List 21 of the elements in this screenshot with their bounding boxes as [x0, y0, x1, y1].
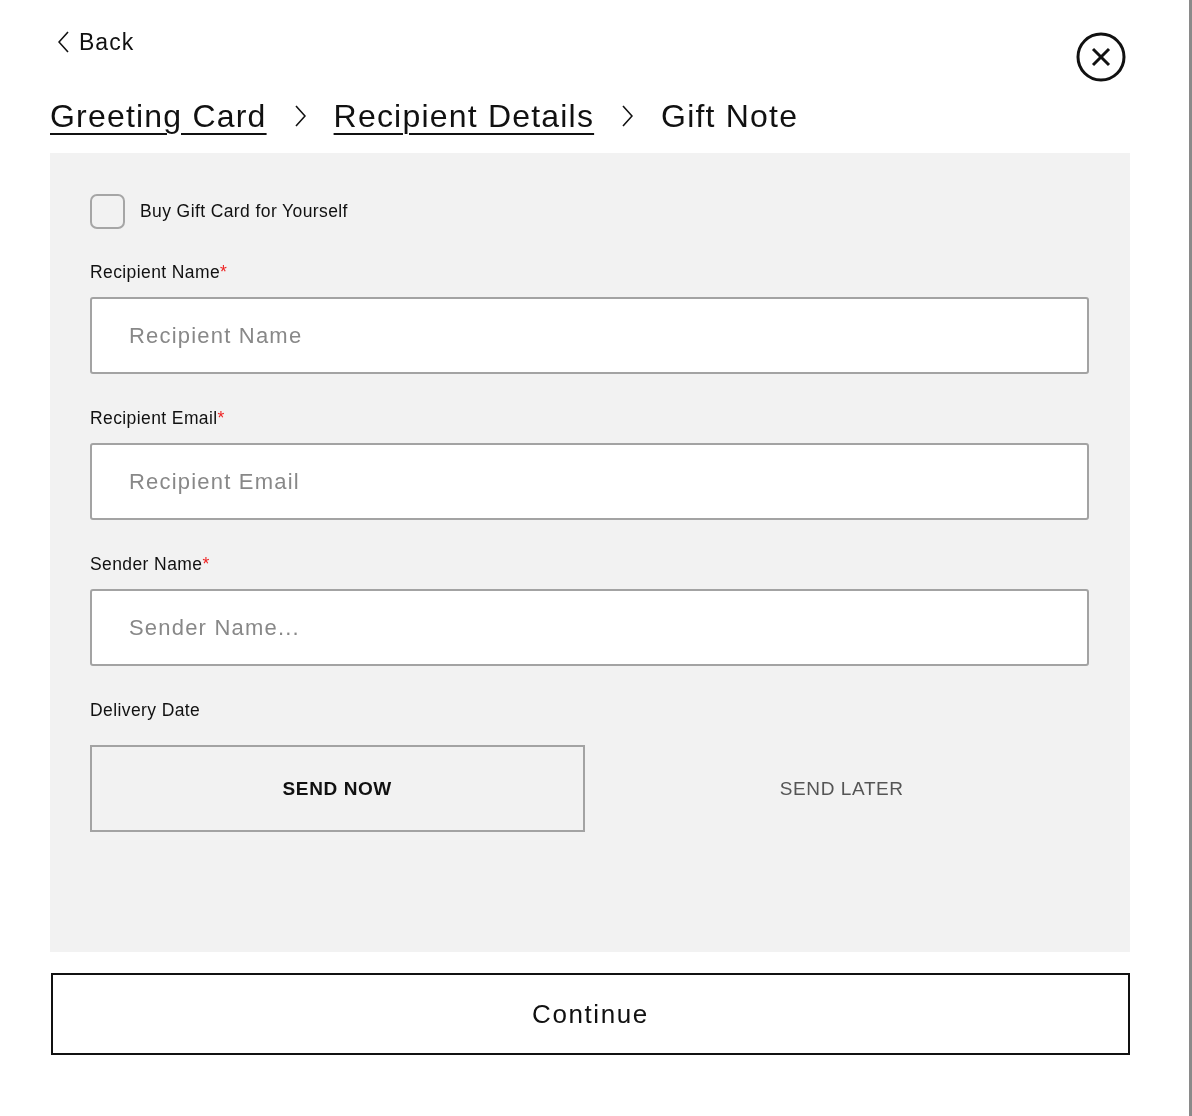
breadcrumb-link[interactable]: Greeting Card: [50, 96, 267, 136]
chevron-right-icon: [294, 105, 306, 127]
close-button[interactable]: [1076, 32, 1126, 82]
field-label: Delivery Date: [90, 699, 202, 721]
breadcrumb-current[interactable]: Gift Note: [661, 96, 799, 136]
field-label: Recipient Email*: [90, 407, 226, 429]
text-field[interactable]: Recipient Email: [90, 443, 1089, 520]
continue-button[interactable]: Continue: [51, 973, 1130, 1055]
delivery-option[interactable]: SEND NOW: [90, 745, 585, 832]
field-label: Recipient Name*: [90, 261, 229, 283]
text-field[interactable]: Recipient Name: [90, 297, 1089, 374]
chevron-left-icon: [58, 31, 69, 53]
back-link[interactable]: Back: [58, 28, 135, 56]
delivery-option[interactable]: SEND LATER: [594, 745, 1089, 832]
text-field[interactable]: Sender Name...: [90, 589, 1089, 666]
breadcrumb-link[interactable]: Recipient Details: [333, 96, 595, 136]
chevron-right-icon: [622, 105, 634, 127]
close-icon: [1076, 32, 1126, 82]
field-label: Sender Name*: [90, 553, 211, 575]
checkbox-label: Buy Gift Card for Yourself: [140, 200, 348, 222]
checkbox[interactable]: [90, 193, 125, 229]
